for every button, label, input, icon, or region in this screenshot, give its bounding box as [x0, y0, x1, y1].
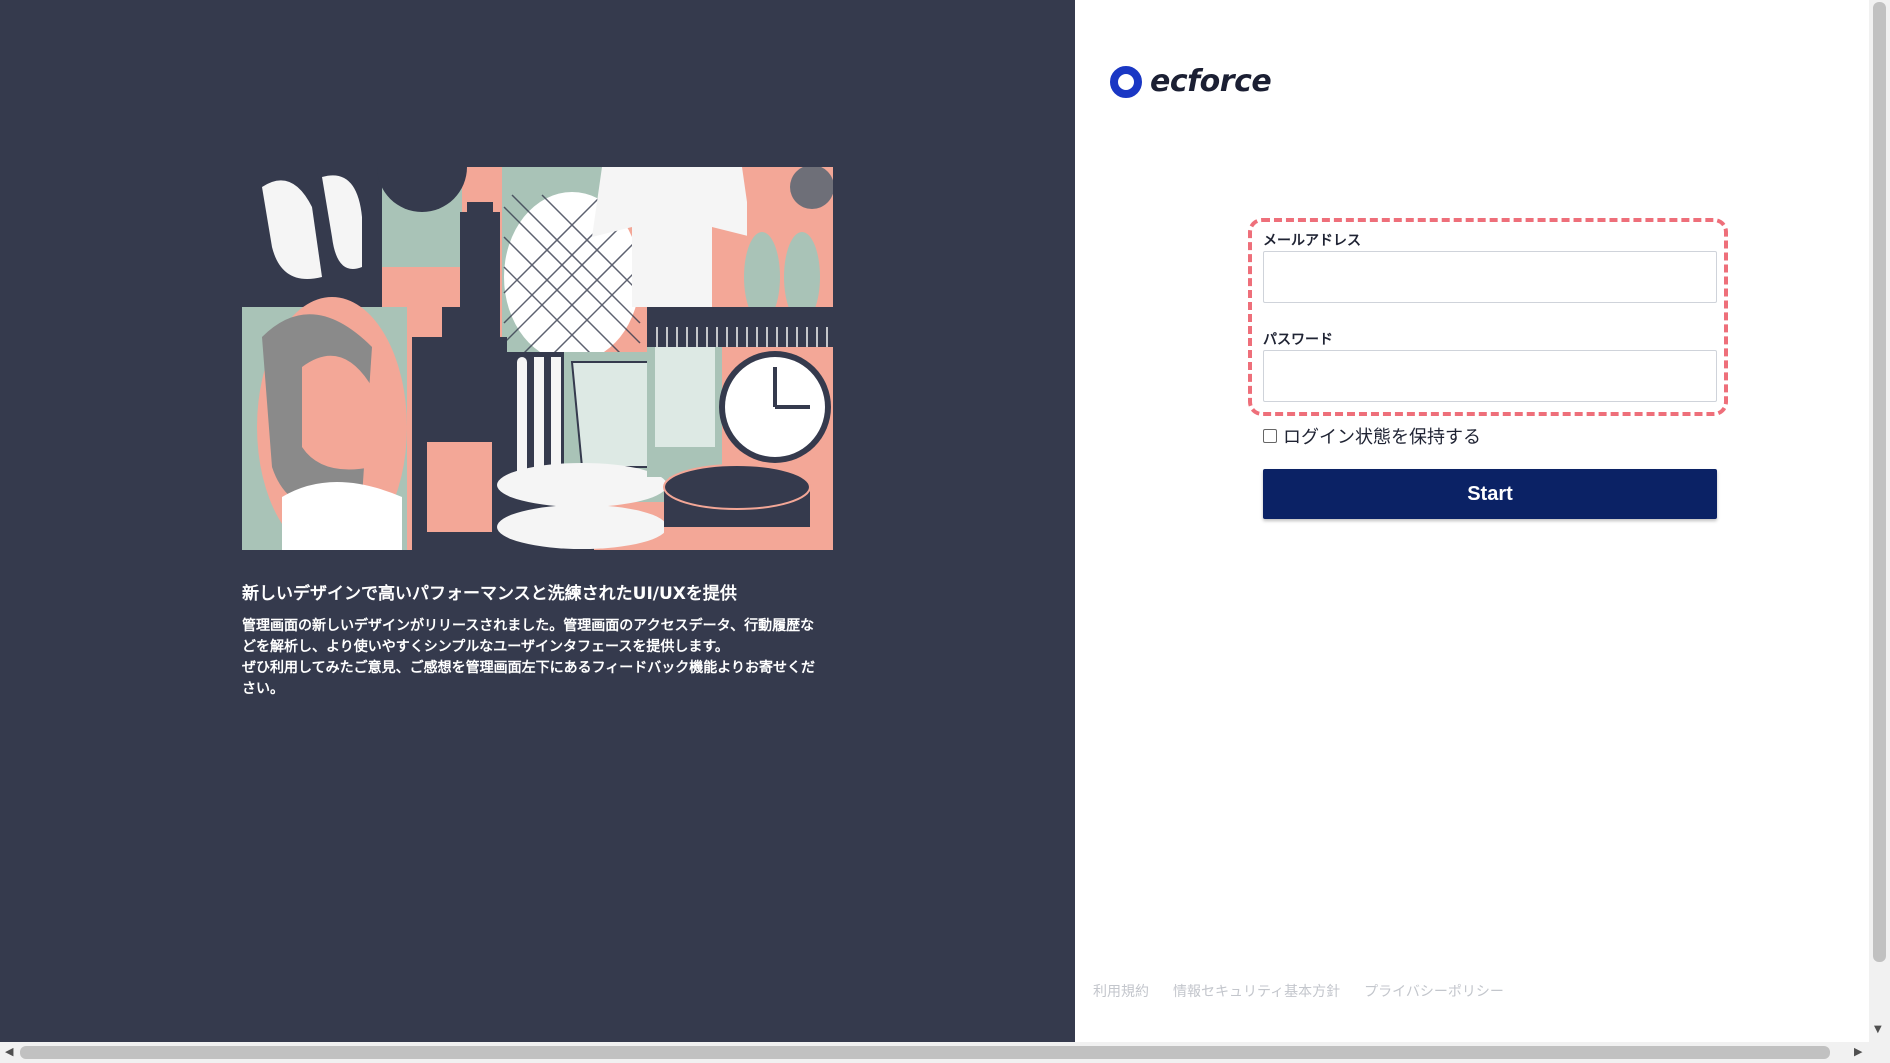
logo-ring-icon	[1110, 65, 1142, 98]
promo-line: さい。	[242, 681, 284, 697]
logo-text: ecforce	[1150, 64, 1272, 99]
privacy-policy-link[interactable]: プライバシーポリシー	[1364, 981, 1504, 1001]
email-label: メールアドレス	[1263, 233, 1361, 249]
horizontal-scroll-thumb[interactable]	[20, 1046, 1830, 1059]
password-label: パスワード	[1263, 332, 1333, 348]
remember-checkbox[interactable]	[1263, 429, 1277, 443]
password-input[interactable]	[1263, 350, 1717, 402]
start-button[interactable]: Start	[1263, 469, 1717, 519]
scroll-left-arrow-icon[interactable]: ◀	[5, 1045, 13, 1058]
horizontal-scrollbar[interactable]: ◀ ▶	[0, 1042, 1890, 1063]
ecforce-logo: ecforce	[1110, 64, 1272, 99]
remember-login[interactable]: ログイン状態を保持する	[1263, 423, 1481, 449]
promo-panel: 新しいデザインで高いパフォーマンスと洗練されたUI/UXを提供 管理画面の新しい…	[0, 0, 1075, 1042]
email-input[interactable]	[1263, 251, 1717, 303]
remember-label: ログイン状態を保持する	[1283, 427, 1481, 448]
promo-heading: 新しいデザインで高いパフォーマンスと洗練されたUI/UXを提供	[242, 584, 737, 604]
footer-links: 利用規約 情報セキュリティ基本方針 プライバシーポリシー	[1093, 981, 1504, 1001]
promo-line: 管理画面の新しいデザインがリリースされました。管理画面のアクセスデータ、行動履歴…	[242, 618, 815, 634]
promo-line: どを解析し、より使いやすくシンプルなユーザインタフェースを提供します。	[242, 639, 729, 655]
scroll-down-arrow-icon[interactable]: ▼	[1874, 1024, 1882, 1035]
terms-link[interactable]: 利用規約	[1093, 981, 1149, 1001]
hero-illustration	[242, 167, 833, 550]
lifestyle-products-illustration	[242, 167, 833, 550]
scroll-right-arrow-icon[interactable]: ▶	[1854, 1045, 1862, 1058]
vertical-scrollbar[interactable]: ▼	[1869, 0, 1890, 1042]
promo-description: 管理画面の新しいデザインがリリースされました。管理画面のアクセスデータ、行動履歴…	[242, 616, 842, 700]
security-policy-link[interactable]: 情報セキュリティ基本方針	[1173, 981, 1340, 1001]
vertical-scroll-thumb[interactable]	[1873, 2, 1886, 962]
promo-line: ぜひ利用してみたご意見、ご感想を管理画面左下にあるフィードバック機能よりお寄せく…	[242, 660, 816, 676]
